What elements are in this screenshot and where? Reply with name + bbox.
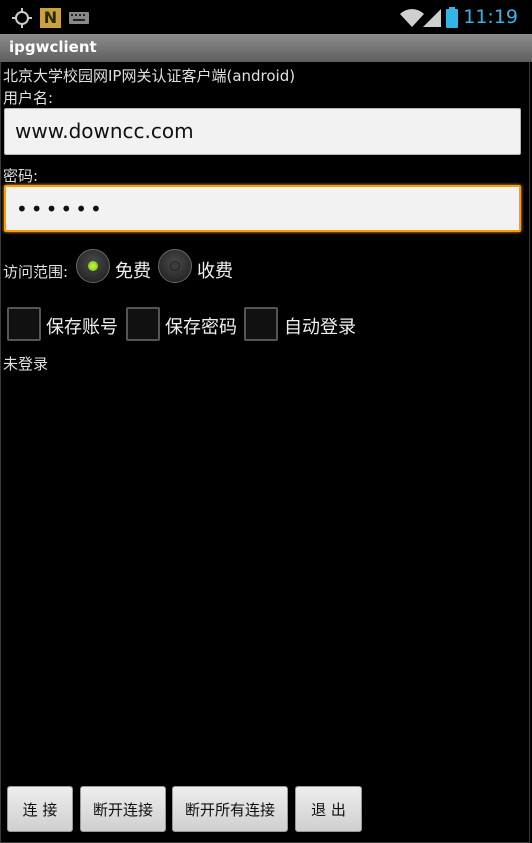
save-password-label: 保存密码 xyxy=(165,317,237,338)
scope-radio-paid[interactable] xyxy=(158,249,192,283)
keyboard-icon xyxy=(69,12,89,24)
radio-unselected-dot xyxy=(170,261,180,271)
username-field[interactable]: www.downcc.com xyxy=(4,108,521,155)
wifi-icon xyxy=(400,9,424,27)
scope-radio-free[interactable] xyxy=(76,249,110,283)
scope-option-paid-label: 收费 xyxy=(197,261,233,282)
exit-button[interactable]: 退 出 xyxy=(295,786,362,832)
password-field[interactable]: •••••• xyxy=(4,185,521,232)
auto-login-label: 自动登录 xyxy=(284,317,356,338)
disconnect-all-button[interactable]: 断开所有连接 xyxy=(172,786,288,832)
save-password-checkbox[interactable] xyxy=(126,307,160,341)
app-title-bar: ipgwclient xyxy=(0,34,532,62)
scope-option-free-label: 免费 xyxy=(115,261,151,282)
subtitle: 北京大学校园网IP网关认证客户端(android) xyxy=(3,67,296,85)
signal-icon xyxy=(423,9,441,27)
app-n-icon: N xyxy=(40,8,61,28)
username-label: 用户名: xyxy=(3,89,54,107)
save-account-checkbox[interactable] xyxy=(7,307,41,341)
login-status-text: 未登录 xyxy=(3,355,49,373)
save-account-label: 保存账号 xyxy=(46,317,118,338)
auto-login-checkbox[interactable] xyxy=(244,307,278,341)
connect-button[interactable]: 连 接 xyxy=(7,786,73,832)
password-label: 密码: xyxy=(3,167,39,185)
status-bar: N 11:19 xyxy=(0,0,532,34)
battery-icon xyxy=(446,7,458,28)
radio-selected-dot xyxy=(88,261,98,271)
disconnect-button[interactable]: 断开连接 xyxy=(80,786,166,832)
app-title: ipgwclient xyxy=(9,38,97,56)
scope-label: 访问范围: xyxy=(3,263,69,281)
clock: 11:19 xyxy=(463,6,518,28)
gps-icon xyxy=(12,8,32,28)
